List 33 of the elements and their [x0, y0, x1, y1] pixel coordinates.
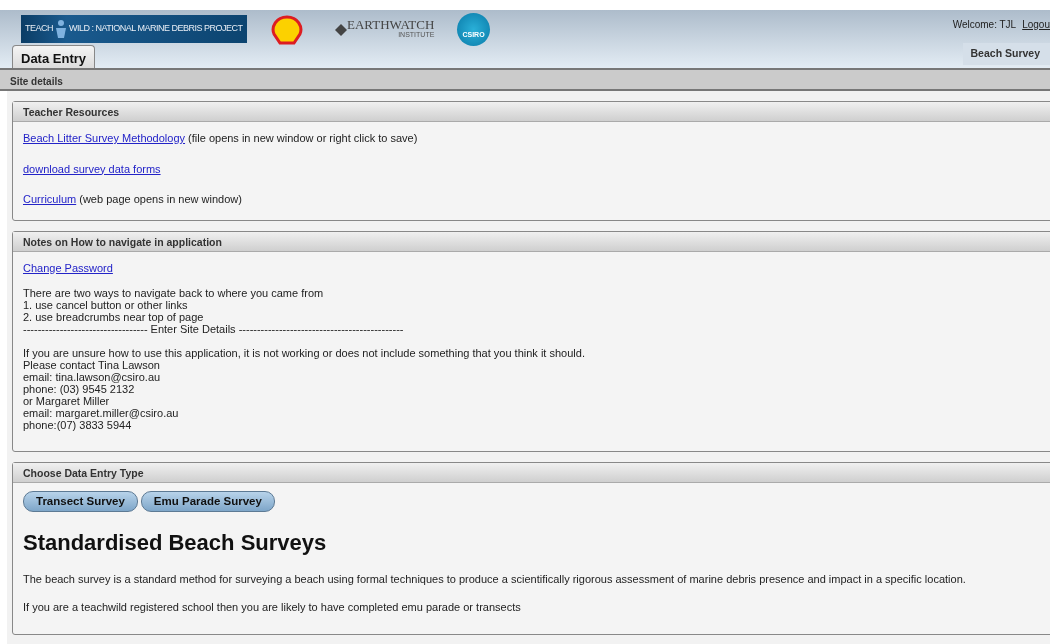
note-line: ---------------------------------- Enter Site Details ---------------------------------------------: [23, 323, 405, 335]
note-line: email: margaret.miller@csiro.au: [23, 407, 180, 419]
sponsor-name: EARTHWATCH: [347, 20, 435, 29]
resource-link[interactable]: Beach Litter Survey Methodology: [23, 132, 186, 144]
logo-text: TEACH: [25, 22, 53, 36]
paragraph: If you are a teachwild registered school then you are likely to have completed emu parade or transects: [23, 599, 522, 615]
note-line: If you are unsure how to use this application, it is not working or does not include something that you think it should.: [23, 347, 586, 359]
tab[interactable]: Data Entry: [12, 45, 96, 68]
panel-header: Notes on How to navigate in application: [13, 231, 1050, 252]
panel-header: Choose Data Entry Type: [13, 463, 1050, 483]
panel-header: Teacher Resources: [13, 102, 1050, 122]
survey-button[interactable]: Emu Parade Survey: [140, 491, 275, 513]
link-note: (web page opens in new window): [79, 193, 242, 205]
page-heading: Standardised Beach Surveys: [23, 529, 328, 558]
logout-link[interactable]: Logou: [1022, 19, 1050, 30]
survey-button[interactable]: Transect Survey: [23, 491, 138, 513]
note-line: 2. use breadcrumbs near top of page: [23, 311, 205, 323]
subnav-bar: Site details: [0, 70, 1050, 91]
tab[interactable]: Beach Survey: [962, 43, 1050, 65]
note-line: Please contact Tina Lawson: [23, 359, 161, 371]
link-note: (file opens in new window or right click to save): [188, 132, 418, 144]
note-line: phone: (03) 9545 2132: [23, 383, 136, 395]
note-line: or Margaret Miller: [23, 395, 111, 407]
note-line: 1. use cancel button or other links: [23, 299, 189, 311]
logo-text: WILD : NATIONAL MARINE DEBRIS PROJECT: [69, 22, 243, 36]
resource-link[interactable]: download survey data forms: [23, 162, 161, 175]
note-line: There are two ways to navigate back to where you came from: [23, 287, 325, 299]
resource-link[interactable]: Curriculum: [23, 193, 77, 205]
note-line: email: tina.lawson@csiro.au: [23, 371, 162, 383]
welcome-text: Welcome: TJL: [952, 19, 1017, 30]
note-line: phone:(07) 3833 5944: [23, 419, 133, 431]
paragraph: The beach survey is a standard method for surveying a beach using formal techniques to produce a scientifically rigorous assessment of marine debris presence and impact in a specific location.: [23, 572, 967, 588]
change-password-link[interactable]: Change Password: [23, 261, 113, 274]
